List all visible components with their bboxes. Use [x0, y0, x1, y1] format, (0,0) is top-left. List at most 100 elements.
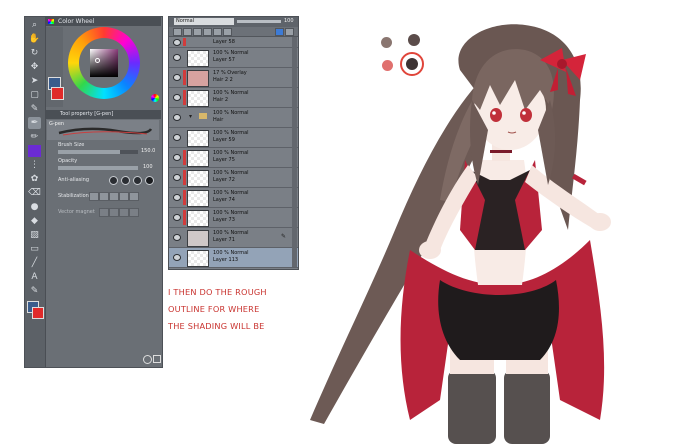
- reference-icon[interactable]: [193, 28, 202, 36]
- move-icon[interactable]: ✥: [28, 61, 41, 73]
- right-hand: [589, 213, 611, 231]
- panel-menu-icon[interactable]: [285, 28, 294, 36]
- color-wheel-title: Color Wheel: [58, 18, 95, 25]
- left-eye-highlight: [492, 111, 496, 115]
- aa-strong-option[interactable]: [145, 176, 154, 185]
- vector-magnet-step[interactable]: [109, 208, 119, 217]
- layer-row[interactable]: 100 % Normal Layer 57: [169, 48, 298, 68]
- stabilization-step[interactable]: [89, 192, 99, 201]
- layer-thumbnail: [187, 190, 209, 207]
- choker: [490, 150, 512, 153]
- layer-row[interactable]: 100 % Normal Layer 75: [169, 148, 298, 168]
- layer-row[interactable]: Layer 58: [169, 37, 298, 48]
- settings-icon[interactable]: [143, 355, 152, 364]
- text-icon[interactable]: A: [28, 271, 41, 283]
- layer-row[interactable]: 100 % Normal Layer 72: [169, 168, 298, 188]
- gradient-icon[interactable]: ▨: [28, 229, 41, 241]
- hand-icon[interactable]: ✋: [28, 33, 41, 45]
- annotation-line: OUTLINE FOR WHERE: [168, 304, 260, 314]
- layer-row[interactable]: 100 % Normal Layer 71 ✎: [169, 228, 298, 248]
- left-stocking: [448, 370, 496, 444]
- clipping-indicator: [183, 38, 186, 46]
- visibility-eye-icon[interactable]: [173, 134, 181, 141]
- stabilization-step[interactable]: [99, 192, 109, 201]
- vector-magnet-step[interactable]: [129, 208, 139, 217]
- layer-name: Layer 71: [213, 237, 235, 243]
- aa-medium-option[interactable]: [133, 176, 142, 185]
- aa-weak-option[interactable]: [121, 176, 130, 185]
- lock-icon[interactable]: [203, 28, 212, 36]
- brush-size-slider[interactable]: [58, 150, 138, 154]
- color-cursor[interactable]: [95, 58, 100, 63]
- sub-color-chip[interactable]: [51, 87, 64, 100]
- layer-name: Layer 74: [213, 197, 235, 203]
- blend-icon[interactable]: ●: [28, 201, 41, 213]
- color-wheel-header: Color Wheel: [46, 17, 161, 26]
- color-chip-icon[interactable]: [28, 145, 41, 157]
- layer-row[interactable]: 100 % Normal Hair 2: [169, 88, 298, 108]
- layer-folder-row[interactable]: ▾ 100 % Normal Hair: [169, 108, 298, 128]
- layer-name: Layer 58: [213, 39, 235, 45]
- mask-icon[interactable]: [223, 28, 232, 36]
- blend-mode-select[interactable]: Normal: [174, 18, 234, 25]
- pen-icon[interactable]: ✒: [28, 117, 41, 129]
- ruler-icon[interactable]: ╱: [28, 257, 41, 269]
- visibility-eye-icon[interactable]: [173, 74, 181, 81]
- eraser-icon[interactable]: ⌫: [28, 187, 41, 199]
- layer-mode: 100 % Normal: [213, 130, 249, 136]
- visibility-eye-icon[interactable]: [173, 39, 181, 46]
- visibility-eye-icon[interactable]: [173, 174, 181, 181]
- fill-icon[interactable]: ◆: [28, 215, 41, 227]
- clipping-indicator: [183, 70, 186, 85]
- visibility-eye-icon[interactable]: [173, 94, 181, 101]
- balloon-icon[interactable]: ✎: [28, 285, 41, 297]
- airbrush-icon[interactable]: ⋮: [28, 159, 41, 171]
- clip-icon[interactable]: [183, 28, 192, 36]
- lock-alpha-icon[interactable]: [213, 28, 222, 36]
- hue-ring[interactable]: [68, 27, 140, 99]
- visibility-eye-icon[interactable]: [173, 114, 181, 121]
- operation-icon[interactable]: ➤: [28, 75, 41, 87]
- eyedropper-icon[interactable]: ✎: [28, 103, 41, 115]
- brush-size-value: 150.0: [141, 148, 156, 154]
- layer-mode: 100 % Normal: [213, 190, 249, 196]
- visibility-eye-icon[interactable]: [173, 254, 181, 261]
- visibility-eye-icon[interactable]: [173, 54, 181, 61]
- layer-row[interactable]: 100 % Normal Layer 59: [169, 128, 298, 148]
- folder-expand-icon[interactable]: ▾: [189, 113, 192, 120]
- left-eye: [490, 108, 502, 122]
- stabilization-step[interactable]: [109, 192, 119, 201]
- layer-opacity-slider[interactable]: [237, 20, 281, 23]
- figure-icon[interactable]: ▭: [28, 243, 41, 255]
- color-wheel-tab-icon: [48, 19, 54, 24]
- layer-row-selected[interactable]: 100 % Normal Layer 113: [169, 248, 298, 268]
- layer-name: Hair: [213, 117, 224, 123]
- layer-row[interactable]: 100 % Normal Layer 74: [169, 188, 298, 208]
- zoom-icon[interactable]: ⌕: [28, 19, 41, 31]
- new-layer-icon[interactable]: [173, 28, 182, 36]
- brush-preview: G-pen: [47, 120, 159, 140]
- visibility-eye-icon[interactable]: [173, 194, 181, 201]
- layer-row[interactable]: 17 % Overlay Hair 2 2: [169, 68, 298, 88]
- layer-row[interactable]: 100 % Normal Layer 73: [169, 208, 298, 228]
- visibility-eye-icon[interactable]: [173, 234, 181, 241]
- pencil-icon[interactable]: ✏: [28, 131, 41, 143]
- layer-scrollbar[interactable]: [292, 37, 297, 267]
- vector-magnet-step[interactable]: [99, 208, 109, 217]
- stabilization-step[interactable]: [129, 192, 139, 201]
- rotate-icon[interactable]: ↻: [28, 47, 41, 59]
- aa-none-option[interactable]: [109, 176, 118, 185]
- vector-magnet-step[interactable]: [119, 208, 129, 217]
- visibility-eye-icon[interactable]: [173, 214, 181, 221]
- decoration-icon[interactable]: ✿: [28, 173, 41, 185]
- sub-color-swatch[interactable]: [32, 307, 44, 319]
- color-mode-icon[interactable]: [151, 94, 159, 102]
- color-mode-icon[interactable]: [275, 28, 284, 36]
- visibility-eye-icon[interactable]: [173, 154, 181, 161]
- wrench-icon[interactable]: [153, 355, 161, 363]
- opacity-slider[interactable]: [58, 166, 138, 170]
- selection-icon[interactable]: ▢: [28, 89, 41, 101]
- stabilization-step[interactable]: [119, 192, 129, 201]
- saturation-value-square[interactable]: [90, 49, 118, 77]
- layer-thumbnail: [187, 250, 209, 267]
